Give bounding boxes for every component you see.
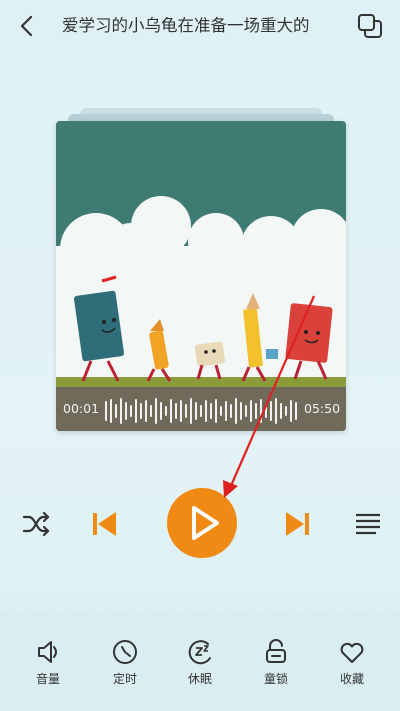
chevron-left-icon xyxy=(20,15,33,37)
previous-track-button[interactable] xyxy=(86,506,122,542)
volume-label: 音量 xyxy=(35,672,60,686)
timer-icon xyxy=(113,640,137,664)
favorite-label: 收藏 xyxy=(339,672,364,686)
back-button[interactable] xyxy=(14,12,42,40)
child-lock-label: 童锁 xyxy=(263,672,288,686)
cover-illustration xyxy=(56,121,346,431)
elapsed-time: 00:01 xyxy=(63,401,100,416)
page-title: 爱学习的小乌龟在准备一场重大的 xyxy=(62,16,310,35)
heart-icon xyxy=(340,642,364,663)
volume-button[interactable]: 音量 xyxy=(18,638,78,694)
lock-icon xyxy=(266,639,286,663)
favorite-button[interactable]: 收藏 xyxy=(322,638,382,694)
skip-next-icon xyxy=(286,512,309,536)
sleep-label: 休眠 xyxy=(187,672,212,686)
total-duration: 05:50 xyxy=(304,401,341,416)
child-lock-button[interactable]: 童锁 xyxy=(246,638,306,694)
switch-mode-button[interactable] xyxy=(355,11,385,41)
play-button[interactable] xyxy=(165,486,239,560)
timer-button[interactable]: 定时 xyxy=(95,638,155,694)
playlist-icon xyxy=(356,513,380,535)
header-bar: 爱学习的小乌龟在准备一场重大的 xyxy=(0,0,400,52)
timer-label: 定时 xyxy=(112,672,137,686)
play-icon xyxy=(167,488,237,558)
overlap-squares-icon xyxy=(358,14,382,38)
speaker-icon xyxy=(38,641,57,663)
album-cover: 00:01 05:50 xyxy=(56,121,346,431)
sleep-button[interactable]: 休眠 xyxy=(170,638,230,694)
shuffle-icon xyxy=(22,511,50,537)
sleep-icon xyxy=(188,640,211,665)
next-track-button[interactable] xyxy=(280,506,316,542)
skip-previous-icon xyxy=(93,512,116,536)
playlist-button[interactable] xyxy=(352,508,384,540)
shuffle-button[interactable] xyxy=(20,508,52,540)
